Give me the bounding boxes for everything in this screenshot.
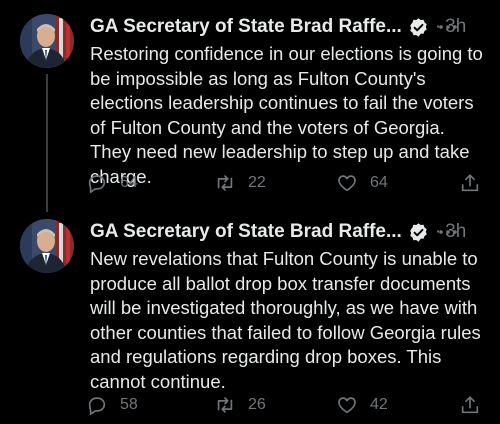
reply-count: 64	[120, 174, 138, 191]
thread-connector-line	[46, 74, 48, 212]
reply-button[interactable]: 64	[86, 170, 138, 196]
share-button[interactable]	[459, 392, 481, 418]
tweet-header: GA Secretary of State Brad Raffe... · 3h	[90, 219, 490, 245]
avatar[interactable]	[20, 219, 74, 273]
author-name[interactable]: GA Secretary of State Brad Raffe...	[90, 221, 402, 243]
tweet-actions: 64 22 64	[86, 170, 486, 196]
tweet-thread: GA Secretary of State Brad Raffe... · 3h…	[0, 0, 500, 424]
retweet-count: 22	[248, 174, 266, 191]
more-options-icon[interactable]	[436, 222, 460, 242]
tweet-actions: 58 26 42	[86, 392, 486, 418]
retweet-button[interactable]: 22	[214, 170, 266, 196]
like-count: 42	[370, 396, 388, 413]
reply-count: 58	[120, 396, 138, 413]
share-icon	[461, 174, 479, 192]
heart-icon	[338, 175, 356, 192]
author-name[interactable]: GA Secretary of State Brad Raffe...	[90, 16, 402, 38]
verified-badge-icon	[408, 222, 429, 243]
retweet-button[interactable]: 26	[214, 392, 266, 418]
more-options-icon[interactable]	[436, 17, 460, 37]
like-button[interactable]: 42	[336, 392, 388, 418]
verified-badge-icon	[408, 17, 429, 38]
share-button[interactable]	[459, 170, 481, 196]
like-button[interactable]: 64	[336, 170, 388, 196]
reply-icon	[88, 175, 106, 193]
retweet-icon	[217, 175, 233, 191]
reply-icon	[88, 397, 106, 415]
retweet-icon	[217, 397, 233, 413]
retweet-count: 26	[248, 396, 266, 413]
reply-button[interactable]: 58	[86, 392, 138, 418]
like-count: 64	[370, 174, 388, 191]
tweet-header: GA Secretary of State Brad Raffe... · 3h	[90, 14, 490, 40]
share-icon	[461, 396, 479, 414]
heart-icon	[338, 397, 356, 414]
avatar[interactable]	[20, 14, 74, 68]
tweet-text: New revelations that Fulton County is un…	[90, 248, 481, 392]
tweet-text: Restoring confidence in our elections is…	[90, 43, 483, 187]
